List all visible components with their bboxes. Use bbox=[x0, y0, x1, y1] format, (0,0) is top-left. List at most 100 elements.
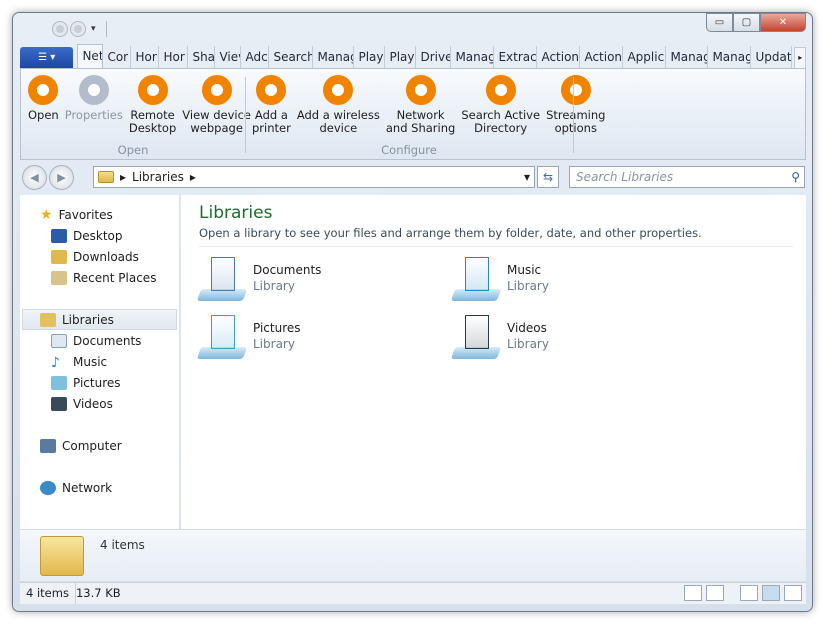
tab-6[interactable]: Adc bbox=[241, 46, 270, 69]
tab-13[interactable]: Extract bbox=[494, 46, 538, 69]
tab-11[interactable]: Drive bbox=[416, 46, 452, 69]
ribbon-button-label: Open bbox=[28, 108, 59, 122]
documents-library-icon bbox=[196, 257, 248, 301]
group-separator bbox=[573, 77, 574, 153]
qat-button-2[interactable] bbox=[71, 22, 85, 36]
library-folder-icon bbox=[98, 171, 114, 183]
tab-16[interactable]: Applic bbox=[623, 46, 667, 69]
ribbon-command-icon bbox=[485, 75, 516, 105]
nav-music[interactable]: ♪ Music bbox=[20, 351, 179, 372]
tab-9[interactable]: Play bbox=[354, 46, 386, 69]
ribbon-button-add-a-wireless-device[interactable]: Add a wireless device bbox=[294, 75, 383, 135]
qat-separator bbox=[105, 21, 107, 37]
tab-15[interactable]: Action bbox=[580, 46, 624, 69]
nav-downloads[interactable]: Downloads bbox=[20, 246, 179, 267]
ribbon-button-label: Streaming options bbox=[546, 108, 606, 135]
tab-12[interactable]: Manag bbox=[451, 46, 495, 69]
tab-17[interactable]: Manag bbox=[666, 46, 709, 69]
tab-5[interactable]: Viev bbox=[215, 46, 242, 69]
back-button[interactable]: ◀ bbox=[22, 165, 47, 190]
ribbon-command-icon bbox=[323, 75, 354, 105]
address-dropdown-icon[interactable]: ▾ bbox=[524, 170, 530, 184]
nav-label: Documents bbox=[73, 333, 142, 348]
libraries-icon bbox=[40, 312, 56, 327]
details-item-count: 4 items bbox=[100, 538, 145, 552]
tab-18[interactable]: Manag bbox=[708, 46, 752, 69]
nav-label: Computer bbox=[62, 438, 122, 453]
library-item-documents[interactable]: Documents Library bbox=[196, 257, 453, 301]
nav-documents[interactable]: Documents bbox=[20, 330, 179, 351]
nav-libraries[interactable]: Libraries bbox=[22, 309, 177, 330]
tab-3[interactable]: Hor bbox=[159, 46, 189, 69]
nav-favorites[interactable]: ★ Favorites bbox=[20, 204, 179, 225]
minimize-button[interactable]: ▭ bbox=[706, 13, 733, 32]
library-item-videos[interactable]: Videos Library bbox=[450, 315, 707, 359]
library-item-pictures[interactable]: Pictures Library bbox=[196, 315, 453, 359]
page-title: Libraries bbox=[199, 203, 273, 223]
library-item-music[interactable]: Music Library bbox=[450, 257, 707, 301]
nav-videos[interactable]: Videos bbox=[20, 393, 179, 414]
forward-button[interactable]: ▶ bbox=[49, 165, 74, 190]
nav-label: Network bbox=[62, 480, 113, 495]
ribbon-button-view-device-webpage[interactable]: View device webpage bbox=[179, 75, 254, 135]
breadcrumb-libraries[interactable]: Libraries bbox=[132, 170, 184, 184]
library-name: Music bbox=[507, 263, 542, 277]
status-item-count: 4 items bbox=[20, 583, 76, 604]
nav-pictures[interactable]: Pictures bbox=[20, 372, 179, 393]
ribbon-button-open[interactable]: Open bbox=[25, 75, 62, 135]
nav-recent-places[interactable]: Recent Places bbox=[20, 267, 179, 288]
ribbon-button-search-active-directory[interactable]: Search Active Directory bbox=[458, 75, 543, 135]
nav-desktop[interactable]: Desktop bbox=[20, 225, 179, 246]
library-type: Library bbox=[253, 279, 295, 293]
ribbon-button-label: Network and Sharing bbox=[385, 108, 456, 135]
breadcrumb-separator[interactable]: ▸ bbox=[190, 170, 196, 184]
search-input[interactable]: Search Libraries ⚲ bbox=[569, 166, 805, 188]
page-subtitle: Open a library to see your files and arr… bbox=[199, 226, 793, 247]
details-pane-toggle[interactable] bbox=[762, 585, 780, 601]
close-button[interactable]: ✕ bbox=[760, 13, 806, 32]
ribbon-group-configure: Add a printer Add a wireless device Networ… bbox=[249, 69, 605, 159]
ribbon-button-label: Search Active Directory bbox=[461, 108, 541, 135]
breadcrumb-separator[interactable]: ▸ bbox=[120, 170, 126, 184]
application-menu-button[interactable]: ☰ ▾ bbox=[20, 47, 74, 69]
tab-19[interactable]: Updat bbox=[751, 46, 793, 69]
ribbon: Open Properties Remote Desktop View device … bbox=[20, 68, 806, 160]
music-library-icon bbox=[450, 257, 502, 301]
nav-label: Pictures bbox=[73, 375, 121, 390]
videos-library-icon bbox=[450, 315, 502, 359]
ribbon-button-remote-desktop[interactable]: Remote Desktop bbox=[126, 75, 179, 135]
refresh-button[interactable]: ⇆ bbox=[537, 166, 559, 188]
nav-computer[interactable]: Computer bbox=[20, 435, 179, 456]
library-type: Library bbox=[507, 279, 549, 293]
ribbon-button-streaming-options[interactable]: Streaming options bbox=[543, 75, 608, 135]
nav-network[interactable]: Network bbox=[20, 477, 179, 498]
ribbon-button-properties[interactable]: Properties bbox=[62, 75, 126, 135]
tab-7[interactable]: Search bbox=[269, 46, 314, 69]
tab-8[interactable]: Manag bbox=[313, 46, 355, 69]
tab-2[interactable]: Hor bbox=[131, 46, 160, 69]
tab-scroll-right-button[interactable]: ▸ bbox=[794, 47, 806, 69]
details-view-icon[interactable] bbox=[684, 585, 702, 601]
ribbon-tabs: ☰ ▾ NetCorHorHorShaVievAdcSearchManagPla… bbox=[20, 44, 806, 69]
maximize-button[interactable]: ▢ bbox=[733, 13, 760, 32]
qat-button-1[interactable] bbox=[53, 22, 67, 36]
address-bar[interactable]: ▸ Libraries ▸ ▾ bbox=[93, 166, 535, 188]
preview-pane-toggle[interactable] bbox=[784, 585, 802, 601]
ribbon-command-icon bbox=[560, 75, 591, 105]
ribbon-command-icon bbox=[405, 75, 436, 105]
group-label: Open bbox=[117, 143, 149, 157]
tab-0[interactable]: Net bbox=[77, 44, 104, 69]
nav-label: Libraries bbox=[62, 312, 114, 327]
tab-1[interactable]: Cor bbox=[103, 46, 132, 69]
qat-dropdown-icon[interactable]: ▾ bbox=[91, 24, 96, 34]
tab-14[interactable]: Action bbox=[537, 46, 581, 69]
tab-4[interactable]: Sha bbox=[188, 46, 216, 69]
tab-10[interactable]: Play bbox=[385, 46, 417, 69]
ribbon-button-network-and-sharing[interactable]: Network and Sharing bbox=[383, 75, 458, 135]
ribbon-button-add-a-printer[interactable]: Add a printer bbox=[249, 75, 294, 135]
search-icon[interactable]: ⚲ bbox=[791, 167, 800, 187]
preview-view-icon[interactable] bbox=[706, 585, 724, 601]
downloads-icon bbox=[51, 249, 67, 264]
details-pane: 4 items bbox=[20, 529, 806, 581]
navigation-pane-toggle[interactable] bbox=[740, 585, 758, 601]
